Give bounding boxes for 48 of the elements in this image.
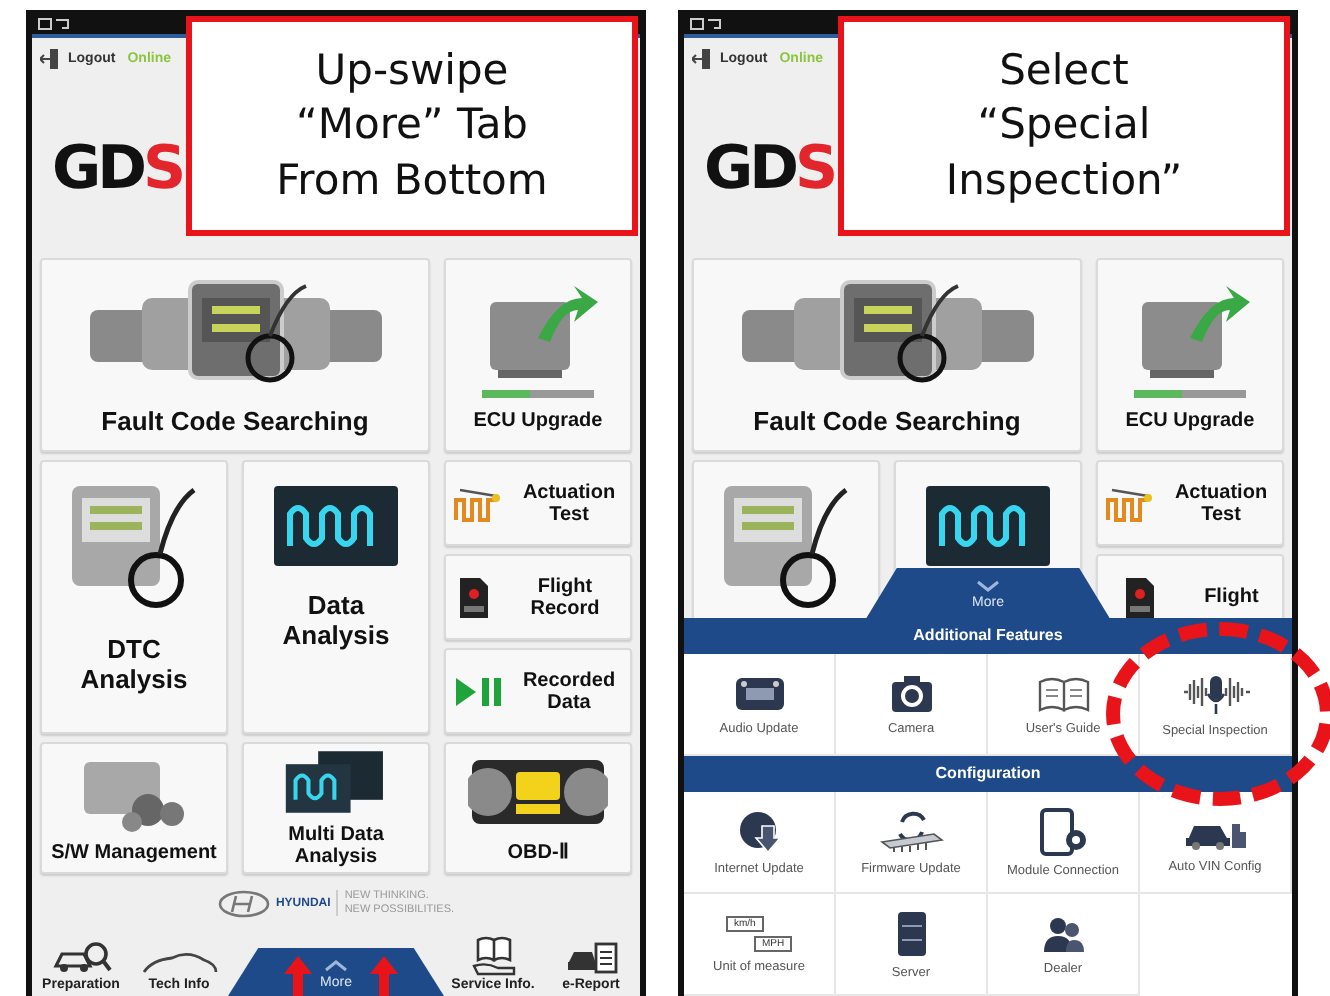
app-logo: GDS <box>50 133 183 203</box>
section-header: Configuration <box>684 756 1292 792</box>
up-arrow <box>370 956 398 996</box>
book-icon <box>1035 673 1091 713</box>
section-header: Additional Features <box>684 618 1292 654</box>
menu-tile[interactable]: Actuation Test <box>1096 460 1284 546</box>
menu-tile[interactable]: S/W Management <box>40 742 228 874</box>
waveform-screen-drawing <box>274 486 398 566</box>
car-magnifier-icon <box>51 940 111 976</box>
tablet-gear-icon <box>1037 807 1089 855</box>
menu-tile[interactable]: Actuation Test <box>444 460 632 546</box>
car-outline-icon <box>139 948 219 976</box>
hyundai-logo-icon <box>217 889 270 917</box>
chevron-down-icon <box>976 580 1000 592</box>
menu-tile[interactable]: Data Analysis <box>242 460 430 734</box>
square-wave-icon <box>451 483 503 523</box>
square-wave-icon <box>1103 483 1155 523</box>
menu-tile[interactable]: Flight Record <box>444 554 632 640</box>
camera-icon <box>889 673 933 713</box>
memory-card-icon <box>1121 573 1158 621</box>
globe-download-icon <box>737 809 781 853</box>
book-hand-icon <box>469 936 517 976</box>
menu-tile[interactable]: Multi Data Analysis <box>242 742 430 874</box>
callout-text: Up-swipe “More” Tab From Bottom <box>276 44 548 208</box>
server-icon <box>893 909 929 957</box>
menu-tile[interactable]: Fault Code Searching <box>692 258 1082 452</box>
menu-tile[interactable]: ECU Upgrade <box>1096 258 1284 452</box>
chevron-up-icon <box>324 958 348 974</box>
memory-card-icon <box>455 573 491 621</box>
microphone-waveform-icon <box>1179 671 1251 715</box>
up-arrow <box>284 956 312 996</box>
car-document-icon <box>565 940 617 976</box>
waveform-screen-drawing <box>926 486 1050 566</box>
menu-tile[interactable]: OBD-Ⅱ <box>444 742 632 874</box>
menu-tile[interactable]: Recorded Data <box>444 648 632 734</box>
voice-recorder-icon <box>733 673 785 713</box>
people-icon <box>1041 913 1085 953</box>
exit-door-icon <box>692 47 712 69</box>
callout-text: Select “Special Inspection” <box>945 44 1183 208</box>
app-logo: GDS <box>702 133 835 203</box>
menu-tile[interactable]: DTC Analysis <box>40 460 228 734</box>
menu-tile[interactable]: Fault Code Searching <box>40 258 430 452</box>
chip-refresh-icon <box>877 809 945 853</box>
play-pause-icon <box>451 673 503 709</box>
module-stethoscope-drawing <box>724 486 848 610</box>
exit-door-icon <box>40 47 60 69</box>
menu-tile[interactable]: ECU Upgrade <box>444 258 632 452</box>
module-stethoscope-drawing <box>72 486 196 610</box>
